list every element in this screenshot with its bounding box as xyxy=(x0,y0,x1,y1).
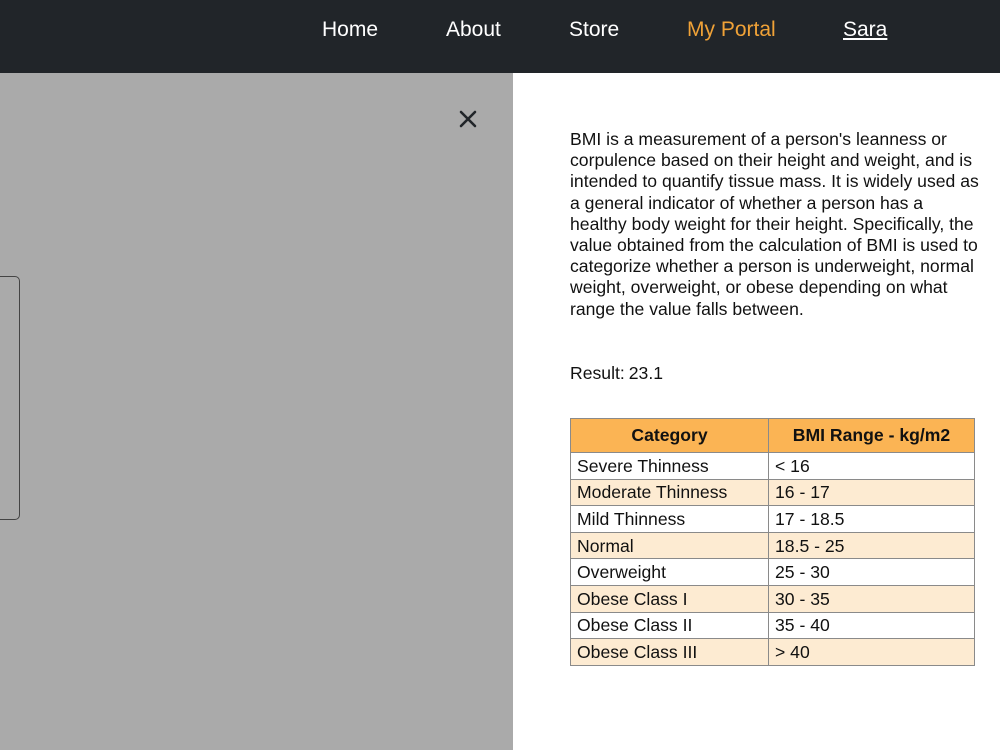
column-header-bmi-range: BMI Range - kg/m2 xyxy=(768,418,975,453)
result-label: Result: xyxy=(570,363,625,383)
range-cell: 25 - 30 xyxy=(768,558,975,586)
range-cell: 30 - 35 xyxy=(768,584,975,613)
nav-my-portal-link[interactable]: My Portal xyxy=(687,18,776,42)
range-cell: < 16 xyxy=(768,452,975,480)
bmi-info-panel: BMI is a measurement of a person's leann… xyxy=(513,73,1000,750)
table-header-row: Category BMI Range - kg/m2 xyxy=(570,418,975,453)
table-row: Severe Thinness < 16 xyxy=(570,452,975,480)
table-row: Mild Thinness 17 - 18.5 xyxy=(570,505,975,533)
nav-user-link[interactable]: Sara xyxy=(843,18,887,42)
category-cell: Obese Class I xyxy=(570,584,769,613)
close-icon xyxy=(459,110,477,128)
table-row: Normal 18.5 - 25 xyxy=(570,531,975,560)
range-cell: > 40 xyxy=(768,638,975,666)
nav-store-link[interactable]: Store xyxy=(569,18,619,42)
close-button[interactable] xyxy=(455,106,481,132)
table-row: Overweight 25 - 30 xyxy=(570,558,975,586)
category-cell: Severe Thinness xyxy=(570,452,769,480)
table-row: Obese Class I 30 - 35 xyxy=(570,584,975,613)
category-cell: Obese Class III xyxy=(570,638,769,666)
bmi-result: Result: 23.1 xyxy=(570,363,663,384)
range-cell: 16 - 17 xyxy=(768,478,975,507)
nav-home-link[interactable]: Home xyxy=(322,18,378,42)
top-navbar: Home About Store My Portal Sara xyxy=(0,0,1000,73)
bmi-category-table: Category BMI Range - kg/m2 Severe Thinne… xyxy=(570,418,975,666)
range-cell: 17 - 18.5 xyxy=(768,505,975,533)
modal-backdrop[interactable] xyxy=(0,73,513,750)
category-cell: Moderate Thinness xyxy=(570,478,769,507)
result-value: 23.1 xyxy=(628,363,664,383)
background-card-edge xyxy=(0,276,20,520)
range-cell: 18.5 - 25 xyxy=(768,531,975,560)
range-cell: 35 - 40 xyxy=(768,611,975,640)
column-header-category: Category xyxy=(570,418,769,453)
table-row: Obese Class II 35 - 40 xyxy=(570,611,975,640)
category-cell: Overweight xyxy=(570,558,769,586)
bmi-description: BMI is a measurement of a person's leann… xyxy=(570,129,979,319)
table-row: Obese Class III > 40 xyxy=(570,638,975,666)
category-cell: Mild Thinness xyxy=(570,505,769,533)
category-cell: Obese Class II xyxy=(570,611,769,640)
category-cell: Normal xyxy=(570,531,769,560)
nav-about-link[interactable]: About xyxy=(446,18,501,42)
table-row: Moderate Thinness 16 - 17 xyxy=(570,478,975,507)
